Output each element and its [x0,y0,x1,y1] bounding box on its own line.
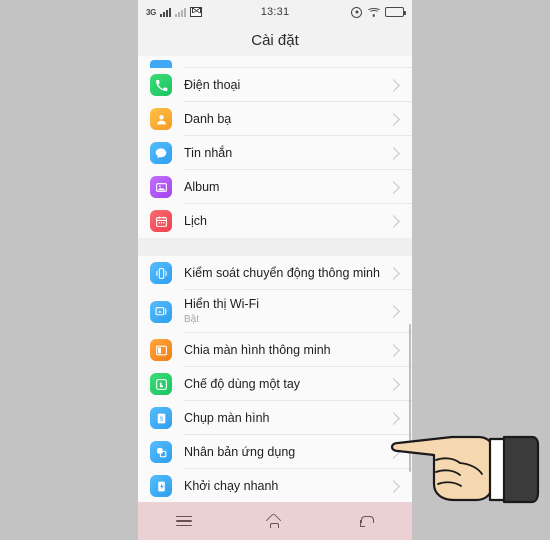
chevron-right-icon [387,343,400,357]
alarm-icon [351,6,362,18]
svg-text:S: S [159,416,163,422]
list-item-label: Khởi chạy nhanh [184,478,279,493]
system-navigation-bar [138,502,412,540]
settings-group-features: Kiểm soát chuyển động thông minh Hiển th… [138,256,412,502]
list-item-danh-ba[interactable]: Danh bạ [138,102,412,136]
list-item-chup-man-hinh[interactable]: S Chụp màn hình [138,401,412,435]
chevron-right-icon [387,146,400,160]
nav-menu-button[interactable] [138,502,229,540]
back-icon [359,515,374,528]
page-title: Cài đặt [251,31,299,49]
menu-icon [175,515,192,527]
unknown-app-icon [150,60,172,68]
status-bar: 3G 13:31 [138,0,412,24]
nav-home-button[interactable] [229,502,320,540]
chevron-right-icon [387,180,400,194]
list-item-label: Chia màn hình thông minh [184,342,331,357]
quick-launch-icon [150,475,172,497]
smart-motion-icon [150,262,172,284]
messages-icon [150,142,172,164]
album-icon [150,176,172,198]
list-item-khoi-chay-nhanh[interactable]: Khởi chạy nhanh [138,469,412,502]
status-bar-right [351,0,406,24]
contacts-icon [150,108,172,130]
list-item-label: Điện thoại [184,77,241,92]
chevron-right-icon [387,78,400,92]
list-item-subtitle: Bật [184,314,200,325]
list-item-dien-thoai[interactable]: Điện thoại [138,68,412,102]
list-item-partial[interactable] [138,56,412,68]
list-item-chia-man-hinh[interactable]: Chia màn hình thông minh [138,333,412,367]
list-item-label: Tin nhắn [184,145,233,160]
list-item-label: Chế độ dùng một tay [184,376,301,391]
list-item-label: Album [184,179,220,194]
list-item-album[interactable]: Album [138,170,412,204]
chevron-right-icon [387,411,400,425]
list-item-label: Nhân bản ứng dụng [184,444,296,459]
battery-icon [385,7,406,17]
list-item-lich[interactable]: Lịch [138,204,412,238]
chevron-right-icon [387,445,400,459]
list-item-hien-thi-wifi[interactable]: Hiển thị Wi-Fi Bật [138,290,412,333]
list-item-label: Danh bạ [184,111,232,126]
settings-group-apps: Điện thoại Danh bạ Tin nhắn Album Lịch [138,56,412,238]
chevron-right-icon [387,377,400,391]
split-screen-icon [150,339,172,361]
screenshot-icon: S [150,407,172,429]
chevron-right-icon [387,214,400,228]
list-item-tin-nhan[interactable]: Tin nhắn [138,136,412,170]
chevron-right-icon [387,112,400,126]
page-title-bar: Cài đặt [138,24,412,56]
chevron-right-icon [387,266,400,280]
phone-icon [150,74,172,96]
wifi-icon [366,7,381,17]
home-icon [266,515,283,528]
list-item-label: Hiển thị Wi-Fi [184,297,260,311]
list-item-che-do-mot-tay[interactable]: Chế độ dùng một tay [138,367,412,401]
calendar-icon [150,210,172,232]
chevron-right-icon [387,305,400,318]
app-clone-icon [150,441,172,463]
list-item-nhan-ban-ung-dung[interactable]: Nhân bản ứng dụng [138,435,412,469]
list-item-label: Chụp màn hình [184,410,270,425]
group-separator [138,238,412,256]
one-hand-mode-icon [150,373,172,395]
phone-screen: 3G 13:31 Cài đặt Điện thoại Danh bạ Tin … [138,0,412,540]
wifi-display-icon [150,300,172,323]
pointing-hand-cursor [390,424,540,504]
vertical-scrollbar[interactable] [408,324,411,472]
list-item-label: Lịch [184,213,207,228]
nav-back-button[interactable] [321,502,412,540]
chevron-right-icon [387,479,400,493]
list-item-kiem-soat-chuyen-dong[interactable]: Kiểm soát chuyển động thông minh [138,256,412,290]
settings-list[interactable]: Điện thoại Danh bạ Tin nhắn Album Lịch K… [138,56,412,502]
list-item-label: Kiểm soát chuyển động thông minh [184,265,380,280]
